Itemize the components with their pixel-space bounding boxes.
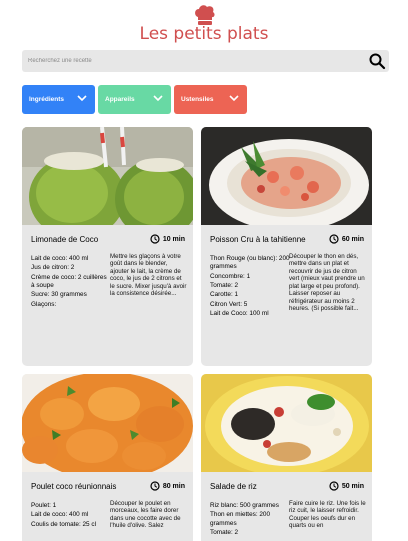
- ingredient-item: Concombre: 1: [210, 272, 251, 280]
- ingredient-item: Riz blanc: 500 grammes: [210, 502, 279, 509]
- recipe-description: Mettre les glaçons à votre goût dans le …: [110, 253, 187, 298]
- recipe-body: Poisson Cru à la tahitienne 60 min Thon …: [201, 225, 372, 366]
- recipe-card[interactable]: Limonade de Coco 10 min Lait de coco: 40…: [22, 127, 193, 366]
- recipe-image: [22, 374, 193, 472]
- chevron-down-icon: [229, 95, 239, 102]
- ingredient-item: Poulet: 1: [31, 502, 57, 509]
- search-input[interactable]: [22, 50, 362, 72]
- recipe-card[interactable]: Poulet coco réunionnais 80 min Poulet: 1…: [22, 374, 193, 541]
- recipe-title: Poulet coco réunionnais: [31, 482, 117, 491]
- recipe-title: Salade de riz: [210, 482, 257, 491]
- recipe-title: Poisson Cru à la tahitienne: [210, 235, 306, 244]
- ingredient-item: Thon en miettes: 200 grammes: [210, 511, 271, 527]
- ingredient-item: Tomate: 2: [210, 528, 239, 536]
- recipe-image: [201, 374, 372, 472]
- ingredient-item: Thon Rouge (ou blanc): 200 grammes: [210, 255, 290, 271]
- recipe-time: 50 min: [329, 481, 364, 491]
- filter-label: Ustensiles: [181, 96, 214, 103]
- filter-ingredients-button[interactable]: Ingrédients: [22, 85, 95, 114]
- ingredient-item: Crème de coco: 2 cuillères à soupe: [31, 273, 107, 289]
- recipe-description: Découper le thon en dés, mettre dans un …: [289, 253, 365, 313]
- recipe-body: Poulet coco réunionnais 80 min Poulet: 1…: [22, 472, 193, 541]
- site-header: Les petits plats: [0, 0, 408, 48]
- recipe-time-value: 60 min: [341, 235, 364, 243]
- ingredient-item: Tomate: 2: [210, 281, 239, 289]
- recipe-card[interactable]: Salade de riz 50 min Riz blanc: 500 gram…: [201, 374, 372, 541]
- filter-label: Ingrédients: [29, 96, 65, 103]
- recipe-time-value: 80 min: [162, 482, 185, 490]
- ingredient-item: Coulis de tomate: 25 cl: [31, 520, 97, 528]
- recipe-card[interactable]: Poisson Cru à la tahitienne 60 min Thon …: [201, 127, 372, 366]
- clock-icon: [150, 481, 160, 491]
- recipe-ingredients: Thon Rouge (ou blanc): 200 grammes Conco…: [210, 255, 290, 319]
- recipe-time-value: 10 min: [162, 235, 185, 243]
- ingredient-item: Lait de coco: 400 ml: [31, 255, 89, 262]
- recipe-ingredients: Poulet: 1 Lait de coco: 400 ml Coulis de…: [31, 502, 111, 530]
- chevron-down-icon: [77, 95, 87, 102]
- filter-ustensiles-button[interactable]: Ustensiles: [174, 85, 247, 114]
- clock-icon: [329, 234, 339, 244]
- ingredient-item: Citron Vert: 5: [210, 300, 248, 308]
- recipe-time-value: 50 min: [341, 482, 364, 490]
- chef-hat-icon: [195, 5, 215, 25]
- recipe-image: [201, 127, 372, 225]
- filter-label: Appareils: [105, 96, 135, 103]
- ingredient-item: Sucre: 30 grammes: [31, 291, 87, 299]
- recipe-body: Limonade de Coco 10 min Lait de coco: 40…: [22, 225, 193, 366]
- ingredient-item: Carotte: 1: [210, 291, 239, 299]
- site-title[interactable]: Les petits plats: [0, 24, 408, 44]
- filter-appareils-button[interactable]: Appareils: [98, 85, 171, 114]
- search-icon[interactable]: [368, 52, 386, 70]
- recipe-image: [22, 127, 193, 225]
- ingredient-item: Lait de coco: 400 ml: [31, 511, 89, 519]
- recipe-body: Salade de riz 50 min Riz blanc: 500 gram…: [201, 472, 372, 541]
- clock-icon: [150, 234, 160, 244]
- search-bar: [22, 50, 389, 72]
- recipe-ingredients: Riz blanc: 500 grammes Thon en miettes: …: [210, 502, 290, 538]
- ingredient-item: Glaçons:: [31, 300, 57, 308]
- recipe-time: 10 min: [150, 234, 185, 244]
- ingredient-item: Jus de citron: 2: [31, 264, 75, 272]
- recipe-ingredients: Lait de coco: 400 ml Jus de citron: 2 Cr…: [31, 255, 111, 310]
- recipe-time: 60 min: [329, 234, 364, 244]
- recipe-description: Faire cuire le riz. Une fois le riz cuit…: [289, 500, 366, 530]
- clock-icon: [329, 481, 339, 491]
- recipe-title: Limonade de Coco: [31, 235, 99, 244]
- chevron-down-icon: [153, 95, 163, 102]
- ingredient-item: Lait de Coco: 100 ml: [210, 309, 269, 317]
- recipe-description: Découper le poulet en morceaux, les fair…: [110, 500, 181, 530]
- recipe-time: 80 min: [150, 481, 185, 491]
